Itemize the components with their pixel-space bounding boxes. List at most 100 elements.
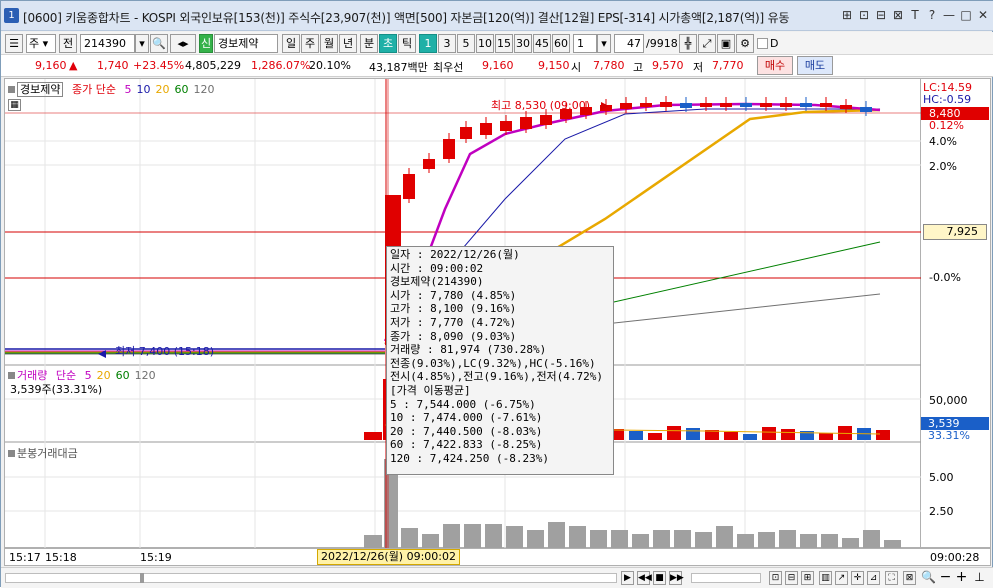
interval-1[interactable]: 1 bbox=[419, 34, 437, 53]
candle-body[interactable] bbox=[443, 139, 455, 159]
scroll-forward-icon[interactable]: ▶▶ bbox=[669, 571, 684, 585]
candle-body[interactable] bbox=[780, 103, 792, 107]
candle-body[interactable] bbox=[460, 127, 472, 139]
interval-input[interactable]: 1 bbox=[573, 34, 597, 53]
candle-body[interactable] bbox=[540, 115, 552, 125]
volume-bar[interactable] bbox=[819, 433, 833, 440]
candle-body[interactable] bbox=[500, 121, 512, 131]
amount-bar[interactable] bbox=[821, 534, 838, 548]
price-axis[interactable]: LC:14.59 HC:-0.59 8,480 0.12% 4.0% 2.0% … bbox=[921, 78, 991, 548]
amount-bar[interactable] bbox=[506, 526, 523, 548]
panel-handle-icon[interactable] bbox=[8, 86, 15, 93]
stock-code-input[interactable]: 214390 bbox=[80, 34, 135, 53]
screen-number-badge[interactable]: 1 bbox=[4, 8, 19, 23]
amount-bar[interactable] bbox=[569, 526, 586, 548]
candle-body[interactable] bbox=[720, 103, 732, 107]
candle-body[interactable] bbox=[423, 159, 435, 169]
save-icon[interactable]: ▣ bbox=[717, 34, 735, 53]
amount-bar[interactable] bbox=[653, 530, 670, 548]
amount-bar[interactable] bbox=[548, 522, 565, 548]
scroll-thumb[interactable] bbox=[140, 573, 144, 583]
scroll-stop-icon[interactable]: ■ bbox=[653, 571, 666, 585]
view-icon[interactable]: ⊞ bbox=[801, 571, 814, 585]
candle-body[interactable] bbox=[860, 107, 872, 112]
menu-icon[interactable]: ☰ bbox=[5, 34, 23, 53]
candle-body[interactable] bbox=[820, 103, 832, 107]
amount-bar[interactable] bbox=[842, 538, 859, 548]
candle-body[interactable] bbox=[620, 103, 632, 109]
candle-body[interactable] bbox=[800, 103, 812, 107]
period-year[interactable]: 년 bbox=[339, 34, 357, 53]
interval-5[interactable]: 5 bbox=[457, 34, 475, 53]
panel-handle-icon[interactable] bbox=[8, 372, 15, 379]
volume-bar[interactable] bbox=[762, 427, 776, 440]
minimize-icon[interactable]: — bbox=[942, 7, 956, 23]
code-dropdown-icon[interactable]: ▾ bbox=[135, 34, 149, 53]
zoom-fit-icon[interactable]: ⊡ bbox=[769, 571, 782, 585]
sound-icon[interactable]: ◂▸ bbox=[170, 34, 196, 53]
amount-bar[interactable] bbox=[443, 524, 460, 548]
stock-name-field[interactable]: 경보제약 bbox=[214, 34, 278, 53]
amount-panel-legend[interactable]: 분봉거래대금 bbox=[8, 445, 78, 461]
draw-tool-icon[interactable]: ⤢ bbox=[698, 34, 716, 53]
prev-button[interactable]: 전 bbox=[59, 34, 77, 53]
zoom-out-step-icon[interactable]: ⊟ bbox=[785, 571, 798, 585]
volume-bar[interactable] bbox=[781, 429, 795, 440]
zoom-slider[interactable] bbox=[691, 573, 761, 583]
settings-gear-icon[interactable]: ⚙ bbox=[736, 34, 754, 53]
help-icon[interactable]: ? bbox=[925, 7, 939, 23]
pin-icon[interactable]: ⊠ bbox=[891, 7, 905, 23]
amount-bar[interactable] bbox=[737, 534, 754, 548]
amount-bar[interactable] bbox=[364, 535, 382, 548]
price-panel-legend[interactable]: 경보제약 종가 단순 5 10 20 60 120 bbox=[8, 81, 219, 97]
market-select[interactable]: 주 ▾ bbox=[26, 34, 56, 53]
interval-dropdown-icon[interactable]: ▾ bbox=[597, 34, 611, 53]
amount-bar[interactable] bbox=[674, 530, 691, 548]
arrow-icon[interactable]: ↗ bbox=[835, 571, 848, 585]
period-month[interactable]: 월 bbox=[320, 34, 338, 53]
period-tick[interactable]: 틱 bbox=[398, 34, 416, 53]
interval-3[interactable]: 3 bbox=[438, 34, 456, 53]
period-second[interactable]: 초 bbox=[379, 34, 397, 53]
amount-bar[interactable] bbox=[485, 524, 502, 548]
candle-body[interactable] bbox=[480, 123, 492, 135]
amount-bar[interactable] bbox=[527, 530, 544, 548]
amount-bar[interactable] bbox=[590, 530, 607, 548]
interval-30[interactable]: 30 bbox=[514, 34, 532, 53]
candle-body[interactable] bbox=[403, 174, 415, 199]
volume-bar[interactable] bbox=[667, 426, 681, 440]
nav-arrows-icon[interactable]: ⊥ bbox=[973, 571, 986, 585]
period-week[interactable]: 주 bbox=[301, 34, 319, 53]
layout-icon[interactable]: ⊟ bbox=[874, 7, 888, 23]
candle-body[interactable] bbox=[700, 103, 712, 107]
scroll-play-icon[interactable]: ▶ bbox=[621, 571, 634, 585]
amount-bar[interactable] bbox=[884, 540, 901, 548]
amount-bar[interactable] bbox=[758, 532, 775, 548]
search-icon[interactable]: 🔍 bbox=[150, 34, 168, 53]
cross-icon[interactable]: ✛ bbox=[851, 571, 864, 585]
interval-10[interactable]: 10 bbox=[476, 34, 494, 53]
candle-body[interactable] bbox=[680, 103, 692, 108]
volume-bar[interactable] bbox=[743, 434, 757, 440]
amount-bar[interactable] bbox=[632, 534, 649, 548]
amount-bar[interactable] bbox=[422, 534, 439, 548]
amount-bar[interactable] bbox=[800, 534, 817, 548]
volume-bar[interactable] bbox=[648, 433, 662, 440]
volume-bar[interactable] bbox=[686, 428, 700, 440]
amount-bar[interactable] bbox=[611, 530, 628, 548]
candle-body[interactable] bbox=[760, 103, 772, 107]
candle-body[interactable] bbox=[740, 103, 752, 107]
period-day[interactable]: 일 bbox=[282, 34, 300, 53]
amount-bar[interactable] bbox=[464, 524, 481, 548]
scroll-track[interactable] bbox=[5, 573, 617, 583]
volume-bar[interactable] bbox=[876, 430, 890, 440]
candle-body[interactable] bbox=[520, 117, 532, 129]
volume-bar[interactable] bbox=[629, 431, 643, 440]
table-icon[interactable]: ▦ bbox=[8, 99, 21, 111]
zoom-search-icon[interactable]: 🔍 bbox=[921, 571, 936, 585]
amount-bar[interactable] bbox=[716, 526, 733, 548]
fullscreen-icon[interactable]: ⛶ bbox=[885, 571, 898, 585]
close-icon[interactable]: ✕ bbox=[976, 7, 990, 23]
scroll-rewind-icon[interactable]: ◀◀ bbox=[637, 571, 652, 585]
amount-bar[interactable] bbox=[863, 530, 880, 548]
